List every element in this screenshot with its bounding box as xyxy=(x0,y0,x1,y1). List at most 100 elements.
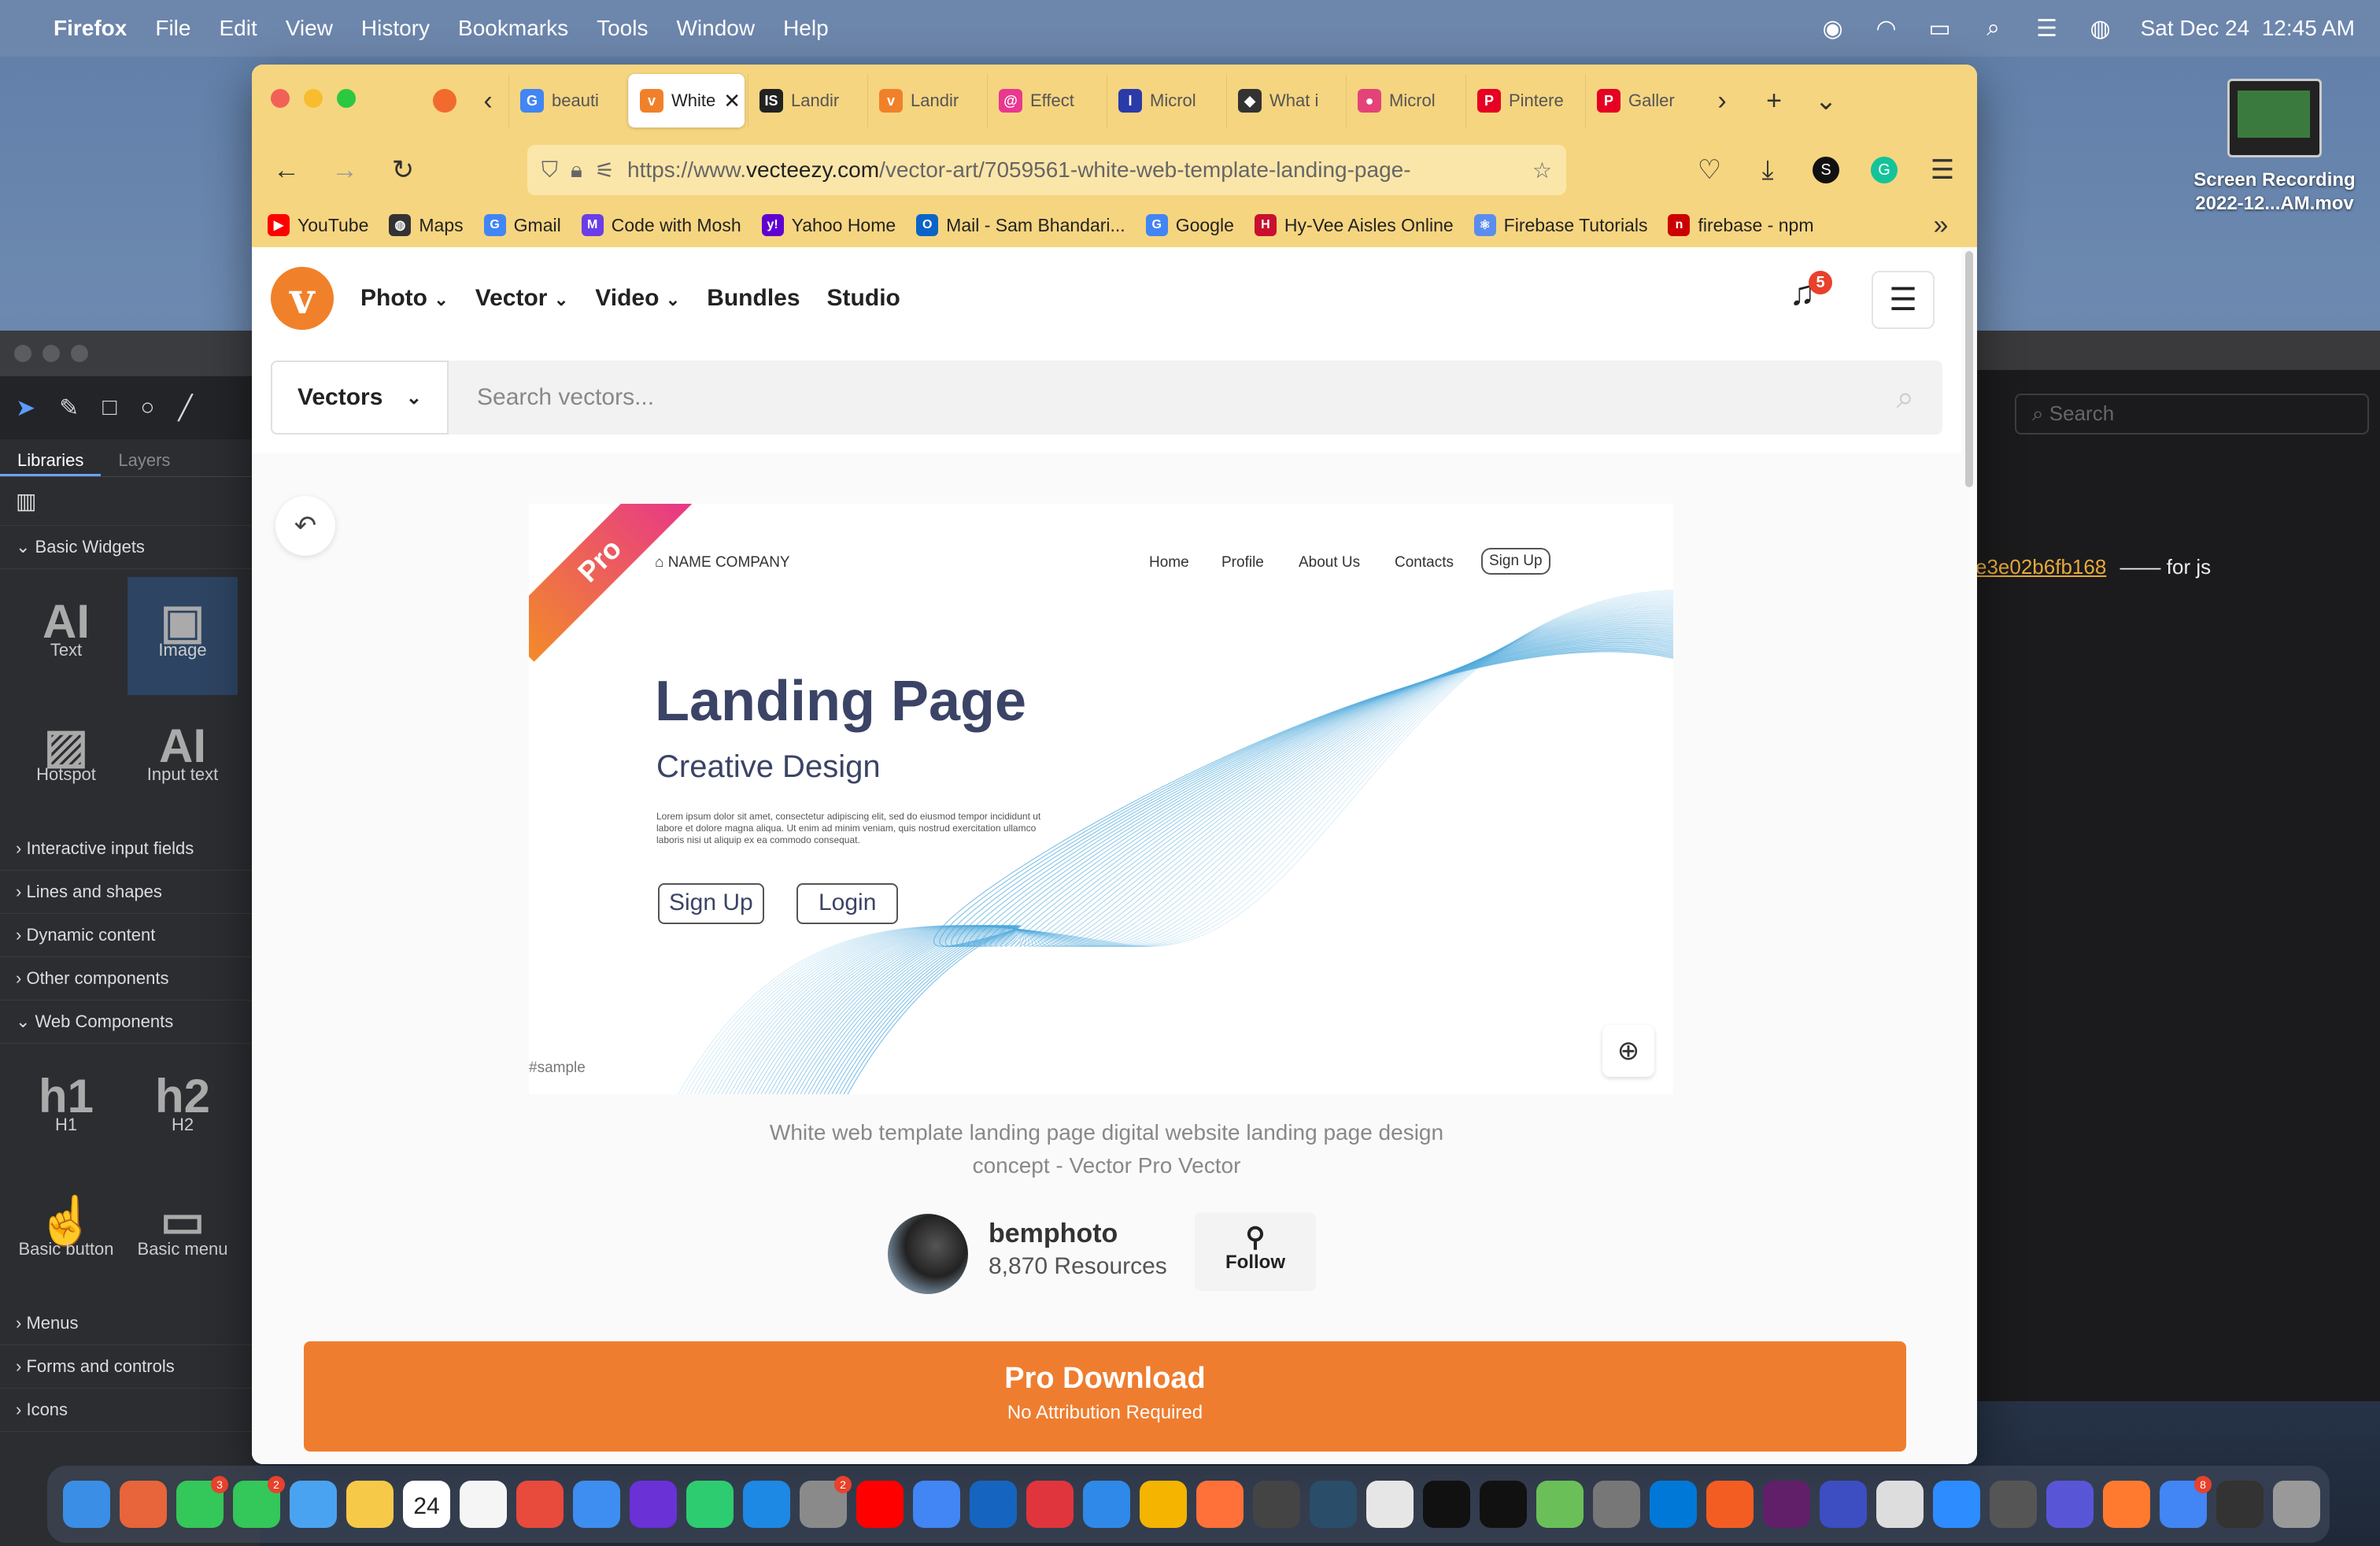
back-arrow-icon[interactable]: ← xyxy=(266,150,307,190)
section-other-components[interactable]: › Other components xyxy=(0,957,260,1000)
site-nav-video[interactable]: Video ⌄ xyxy=(595,285,680,312)
pro-download-button[interactable]: Pro Download No Attribution Required xyxy=(304,1341,1906,1452)
menubar-app-name[interactable]: Firefox xyxy=(54,16,127,41)
dock-app-icon[interactable]: 2 xyxy=(800,1476,852,1528)
dock-app-icon[interactable] xyxy=(1933,1481,1980,1528)
browser-tab[interactable]: v White ✕ xyxy=(628,74,745,128)
grammarly-status-icon[interactable]: ◉ xyxy=(1820,16,1846,42)
list-all-tabs-icon[interactable]: ⌄ xyxy=(1805,80,1846,121)
dock-app-icon[interactable]: 2 xyxy=(233,1476,285,1528)
dock-app-icon[interactable] xyxy=(120,1481,167,1528)
menubar-view[interactable]: View xyxy=(286,16,333,41)
more-bookmarks-chevron-icon[interactable]: » xyxy=(1920,205,1961,246)
search-icon[interactable]: ⌕ xyxy=(1897,380,1914,416)
bookmark-item[interactable]: M Code with Mosh xyxy=(581,214,741,236)
select-tool-icon[interactable]: ➤ xyxy=(16,394,35,422)
tab-layers[interactable]: Layers xyxy=(101,439,187,476)
browser-tab[interactable]: @ Effect xyxy=(987,74,1103,128)
desktop-file-screen-recording[interactable]: Screen Recording 2022-12...AM.mov xyxy=(2180,79,2369,216)
widget-hotspot[interactable]: ▨ Hotspot xyxy=(11,701,121,819)
dock-app-icon[interactable] xyxy=(630,1481,677,1528)
dock-app-icon[interactable] xyxy=(1820,1481,1867,1528)
page-scrollbar[interactable] xyxy=(1961,247,1977,1464)
zoom-in-icon[interactable]: ⊕ xyxy=(1602,1025,1654,1077)
tab-libraries[interactable]: Libraries xyxy=(0,439,102,476)
site-nav-photo[interactable]: Photo ⌄ xyxy=(360,285,449,312)
widget-basic-button[interactable]: ☝ Basic button xyxy=(11,1176,121,1294)
zoom-window-button[interactable] xyxy=(71,345,88,362)
dock-app-icon[interactable] xyxy=(970,1481,1017,1528)
minimize-window-button[interactable] xyxy=(42,345,60,362)
menubar-history[interactable]: History xyxy=(361,16,430,41)
reload-icon[interactable]: ↻ xyxy=(382,150,423,190)
dock-app-icon[interactable] xyxy=(1423,1481,1470,1528)
library-view-toggle[interactable]: ▥ xyxy=(0,477,260,526)
dock-app-icon[interactable] xyxy=(1026,1481,1074,1528)
dock-app-icon[interactable]: 3 xyxy=(176,1476,228,1528)
line-tool-icon[interactable]: ╱ xyxy=(179,394,193,422)
section-menus[interactable]: › Menus xyxy=(0,1302,260,1345)
commit-hash-link[interactable]: e3e02b6fb168 xyxy=(1975,555,2106,579)
tracking-protection-shield-icon[interactable]: ⛉ xyxy=(541,157,558,183)
browser-tab[interactable]: Gbeauti xyxy=(508,74,625,128)
dock-app-icon[interactable] xyxy=(743,1481,790,1528)
rectangle-tool-icon[interactable]: □ xyxy=(102,394,116,421)
dock-app-icon[interactable] xyxy=(1253,1481,1300,1528)
widget-text[interactable]: AI Text xyxy=(11,577,121,695)
close-window-button[interactable] xyxy=(14,345,31,362)
dock-app-icon[interactable] xyxy=(63,1481,110,1528)
search-category-select[interactable]: Vectors ⌄ xyxy=(271,361,449,435)
section-interactive-input-fields[interactable]: › Interactive input fields xyxy=(0,827,260,871)
downloads-icon[interactable]: ⤓ xyxy=(1747,150,1788,190)
dock-app-icon[interactable] xyxy=(856,1481,904,1528)
author-name[interactable]: bemphoto xyxy=(989,1219,1118,1249)
pocket-icon[interactable]: ♡ xyxy=(1689,150,1730,190)
widget-h2[interactable]: h2 H2 xyxy=(128,1052,238,1170)
bookmark-item[interactable]: G Google xyxy=(1145,214,1234,236)
spotlight-search-icon[interactable]: ⌕ xyxy=(1980,15,2007,41)
bookmark-item[interactable]: G Gmail xyxy=(483,214,561,236)
browser-tab[interactable]: I Microl xyxy=(1107,74,1223,128)
close-window-button[interactable] xyxy=(271,89,290,108)
dock-app-icon[interactable] xyxy=(913,1481,960,1528)
browser-tab[interactable]: P Pintere xyxy=(1465,74,1582,128)
bookmark-item[interactable]: n firebase - npm xyxy=(1668,214,1813,236)
control-center-icon[interactable]: ☰ xyxy=(2034,16,2060,42)
bookmark-item[interactable]: y! Yahoo Home xyxy=(761,214,896,236)
hamburger-menu-button[interactable]: ☰ xyxy=(1872,271,1935,329)
editor-search-field[interactable]: ⌕ Search xyxy=(2015,394,2369,435)
zoom-window-button[interactable] xyxy=(337,89,356,108)
back-undo-icon[interactable]: ↶ xyxy=(275,496,335,556)
section-forms-and-controls[interactable]: › Forms and controls xyxy=(0,1345,260,1389)
dock-app-icon[interactable] xyxy=(516,1481,564,1528)
site-nav-vector[interactable]: Vector ⌄ xyxy=(475,285,569,312)
scrollbar-thumb[interactable] xyxy=(1965,251,1973,487)
ellipse-tool-icon[interactable]: ○ xyxy=(140,394,154,421)
account-avatar-icon[interactable]: S xyxy=(1805,150,1846,190)
widget-basic-menu[interactable]: ▭ Basic menu xyxy=(128,1176,238,1294)
menubar-clock[interactable]: Sat Dec 24 12:45 AM xyxy=(2141,16,2355,41)
new-tab-icon[interactable]: + xyxy=(1754,80,1794,121)
firefox-view-icon[interactable] xyxy=(433,89,456,113)
dock-app-icon[interactable] xyxy=(2273,1481,2320,1528)
menubar-edit[interactable]: Edit xyxy=(219,16,257,41)
section-web-components[interactable]: ⌄ Web Components xyxy=(0,1000,260,1044)
dock-app-icon[interactable] xyxy=(2046,1481,2094,1528)
menubar-window[interactable]: Window xyxy=(676,16,755,41)
site-nav-studio[interactable]: Studio xyxy=(827,285,900,312)
forward-arrow-icon[interactable]: → xyxy=(324,150,365,190)
menubar-help[interactable]: Help xyxy=(783,16,829,41)
dock-app-icon[interactable] xyxy=(1480,1481,1527,1528)
pen-tool-icon[interactable]: ✎ xyxy=(59,394,79,422)
widget-image[interactable]: ▣ Image xyxy=(128,577,238,695)
dock-app-icon[interactable] xyxy=(1083,1481,1130,1528)
grammarly-extension-icon[interactable]: G xyxy=(1864,150,1905,190)
browser-tab[interactable]: P Galler xyxy=(1585,74,1702,128)
section-dynamic-content[interactable]: › Dynamic content xyxy=(0,914,260,957)
app-menu-icon[interactable]: ☰ xyxy=(1922,150,1963,190)
widget-input-text[interactable]: AI Input text xyxy=(128,701,238,819)
widget-h1[interactable]: h1 H1 xyxy=(11,1052,121,1170)
battery-icon[interactable]: ▭ xyxy=(1927,16,1953,42)
dock-app-icon[interactable] xyxy=(290,1481,337,1528)
browser-tab[interactable]: IS Landir xyxy=(748,74,864,128)
